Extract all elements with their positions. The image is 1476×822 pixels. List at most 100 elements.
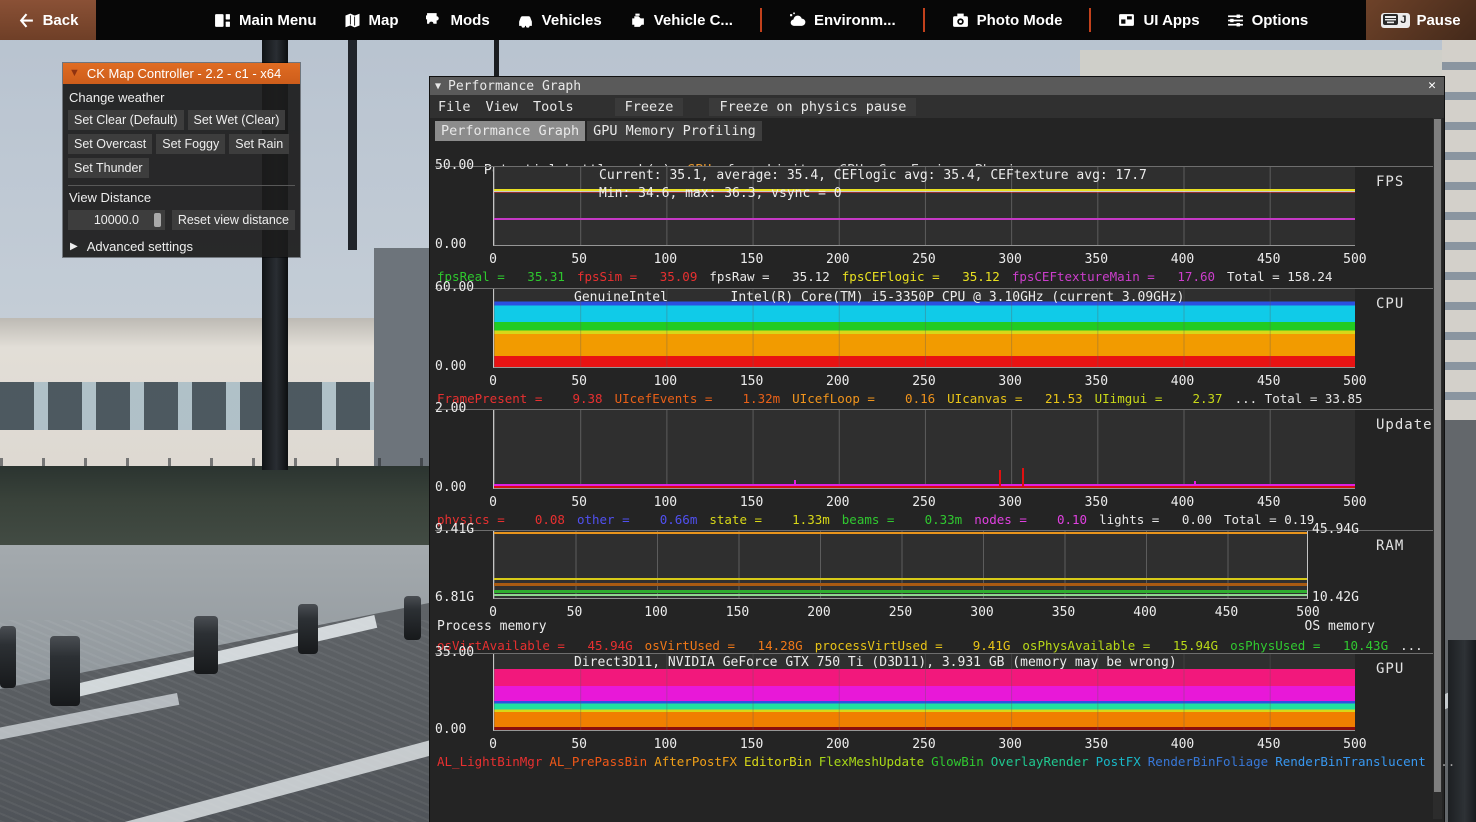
lamp-pole bbox=[494, 40, 499, 77]
keyboard-icon bbox=[1383, 14, 1399, 25]
view-distance-label: View Distance bbox=[69, 190, 152, 205]
stat-value: fpsSim = 35.09 bbox=[576, 269, 698, 284]
y-axis-min-label: 0.00 bbox=[435, 237, 467, 252]
menu-separator bbox=[922, 8, 925, 32]
menu-item-photo-mode[interactable]: Photo Mode bbox=[952, 11, 1063, 29]
weather-button[interactable]: Set Thunder bbox=[68, 158, 149, 178]
y-axis-max-label: 35.00 bbox=[435, 645, 475, 660]
ram-stats-row: osVirtAvailable = 45.94G osVirtUsed = 14.… bbox=[437, 638, 1423, 653]
right-y-axis-min-label: 10.42G bbox=[1312, 590, 1359, 605]
bollard bbox=[0, 626, 16, 688]
menu-separator bbox=[1089, 8, 1092, 32]
menu-item-label: Environm... bbox=[813, 11, 896, 29]
menu-item-options[interactable]: Options bbox=[1227, 12, 1308, 29]
top-menu-bar: Back Main Menu Map Mods Vehicles Vehicle… bbox=[0, 0, 1476, 40]
menu-item-label: Vehicles bbox=[541, 11, 602, 29]
menu-item-main-menu[interactable]: Main Menu bbox=[214, 12, 317, 29]
hedge bbox=[0, 466, 442, 550]
menu-item-label: Photo Mode bbox=[976, 11, 1063, 29]
menubar-item[interactable]: View bbox=[486, 99, 519, 115]
gpu-x-ticks: 0 50 100 150 200 250 300 350 400 450 500 bbox=[489, 737, 1367, 752]
stat-value: UIcefEvents = 1.32m bbox=[614, 391, 781, 406]
screen: Back Main Menu Map Mods Vehicles Vehicle… bbox=[0, 0, 1476, 822]
ck-window-titlebar[interactable]: ▼ CK Map Controller - 2.2 - c1 - x64 bbox=[63, 63, 300, 84]
freeze-on-physics-pause-button[interactable]: Freeze on physics pause bbox=[709, 97, 917, 116]
legend-item: AL_PrePassBin bbox=[549, 754, 648, 769]
pause-button[interactable]: J Pause bbox=[1366, 0, 1476, 40]
gpu-title: Direct3D11, NVIDIA GeForce GTX 750 Ti (D… bbox=[574, 655, 1177, 670]
weather-buttons: Set Clear (Default) Set Wet (Clear) Set Ov… bbox=[68, 110, 296, 178]
weather-button[interactable]: Set Clear (Default) bbox=[68, 110, 184, 130]
menubar-item[interactable]: Tools bbox=[533, 99, 574, 115]
y-axis-max-label: 2.00 bbox=[435, 401, 467, 416]
ram-osphys-used-line bbox=[494, 590, 1307, 593]
scrollbar-thumb[interactable] bbox=[1434, 119, 1441, 792]
ram-osvirt-available-line bbox=[494, 532, 1307, 534]
drag-handle[interactable] bbox=[153, 213, 161, 227]
perf-menubar: File View Tools Freeze Freeze on physics p… bbox=[430, 95, 1444, 118]
menu-item-label: Vehicle C... bbox=[653, 11, 733, 29]
back-label: Back bbox=[42, 11, 79, 29]
advanced-settings-label: Advanced settings bbox=[86, 239, 193, 254]
right-y-axis-max-label: 45.94G bbox=[1312, 522, 1359, 537]
section-label-gpu: GPU bbox=[1376, 661, 1405, 677]
legend-item: FlexMeshUpdate bbox=[818, 754, 925, 769]
cpu-x-ticks: 0 50 100 150 200 250 300 350 400 450 500 bbox=[489, 374, 1367, 389]
collapse-triangle-icon[interactable]: ▼ bbox=[69, 68, 80, 79]
performance-graph-window: ▼ Performance Graph ✕ File View Tools Free… bbox=[430, 77, 1455, 822]
fps-x-ticks: 0 50 100 150 200 250 300 350 400 450 500 bbox=[489, 252, 1367, 267]
stat-value: lights = 0.00 bbox=[1099, 512, 1212, 527]
menu-item-vehicles[interactable]: Vehicles bbox=[517, 12, 602, 29]
back-arrow-icon bbox=[19, 12, 33, 28]
ram-osvirt-used-line bbox=[494, 583, 1307, 586]
os-memory-label: OS memory bbox=[1304, 619, 1375, 634]
menubar-item[interactable]: File bbox=[438, 99, 471, 115]
weather-button[interactable]: Set Wet (Clear) bbox=[187, 110, 286, 130]
close-icon[interactable]: ✕ bbox=[1428, 78, 1436, 93]
perf-tab[interactable]: GPU Memory Profiling bbox=[587, 121, 762, 141]
trash-bin bbox=[1448, 640, 1476, 822]
menu-item-vehicle-config[interactable]: Vehicle C... bbox=[629, 12, 733, 29]
menu-item-environment[interactable]: Environm... bbox=[789, 12, 896, 29]
stat-total: Total = 158.24 bbox=[1227, 269, 1333, 284]
stat-value: osVirtUsed = 14.28G bbox=[644, 638, 803, 653]
legend-item: EditorBin bbox=[744, 754, 812, 769]
menu-item-label: Main Menu bbox=[239, 11, 317, 29]
perf-tab[interactable]: Performance Graph bbox=[435, 121, 586, 141]
scrollbar-track[interactable] bbox=[1433, 118, 1442, 819]
legend-item: AL_LightBinMgr bbox=[437, 754, 543, 769]
y-axis-min-label: 0.00 bbox=[435, 722, 467, 737]
perf-window-titlebar[interactable]: ▼ Performance Graph ✕ bbox=[430, 77, 1444, 95]
advanced-settings-toggle[interactable]: ▶ Advanced settings bbox=[70, 239, 295, 254]
collapse-triangle-icon[interactable]: ▼ bbox=[435, 81, 441, 92]
update-graph-section: 2.00 0.00 0 50 100 150 200 250 300 350 400 450 500… bbox=[435, 401, 1435, 527]
section-label-fps: FPS bbox=[1376, 174, 1405, 190]
weather-button[interactable]: Set Overcast bbox=[68, 134, 153, 154]
pause-label: Pause bbox=[1416, 11, 1461, 29]
menu-item-map[interactable]: Map bbox=[344, 12, 399, 29]
update-stats-row: physics = 0.08 other = 0.66m state = 1.33m… bbox=[437, 512, 1314, 527]
stat-total: ... bbox=[1400, 638, 1423, 653]
stat-value: osPhysUsed = 10.43G bbox=[1230, 638, 1389, 653]
reset-view-distance-button[interactable]: Reset view distance bbox=[171, 210, 295, 230]
update-spike bbox=[999, 470, 1001, 486]
menu-item-mods[interactable]: Mods bbox=[425, 11, 490, 29]
weather-button[interactable]: Set Rain bbox=[229, 134, 290, 154]
y-axis-min-label: 0.00 bbox=[435, 480, 467, 495]
y-axis-min-label: 0.00 bbox=[435, 359, 467, 374]
stat-value: fpsCEFtextureMain = 17.60 bbox=[1011, 269, 1216, 284]
back-button[interactable]: Back bbox=[0, 0, 96, 40]
y-axis-min-label: 6.81G bbox=[435, 590, 475, 605]
section-label-cpu: CPU bbox=[1376, 296, 1405, 312]
menu-item-label: Mods bbox=[450, 11, 490, 29]
stat-value: state = 1.33m bbox=[709, 512, 830, 527]
stat-total: ... Total = 33.85 bbox=[1234, 391, 1363, 406]
menu-item-ui-apps[interactable]: UI Apps bbox=[1118, 12, 1200, 29]
ck-window-title: CK Map Controller - 2.2 - c1 - x64 bbox=[86, 66, 282, 81]
stat-value: nodes = 0.10 bbox=[974, 512, 1088, 527]
weather-button[interactable]: Set Foggy bbox=[156, 134, 226, 154]
view-distance-input[interactable] bbox=[68, 210, 165, 230]
freeze-button[interactable]: Freeze bbox=[614, 97, 684, 116]
perf-tabs: Performance Graph GPU Memory Profiling bbox=[435, 121, 762, 141]
perf-window-title: Performance Graph bbox=[448, 78, 582, 94]
